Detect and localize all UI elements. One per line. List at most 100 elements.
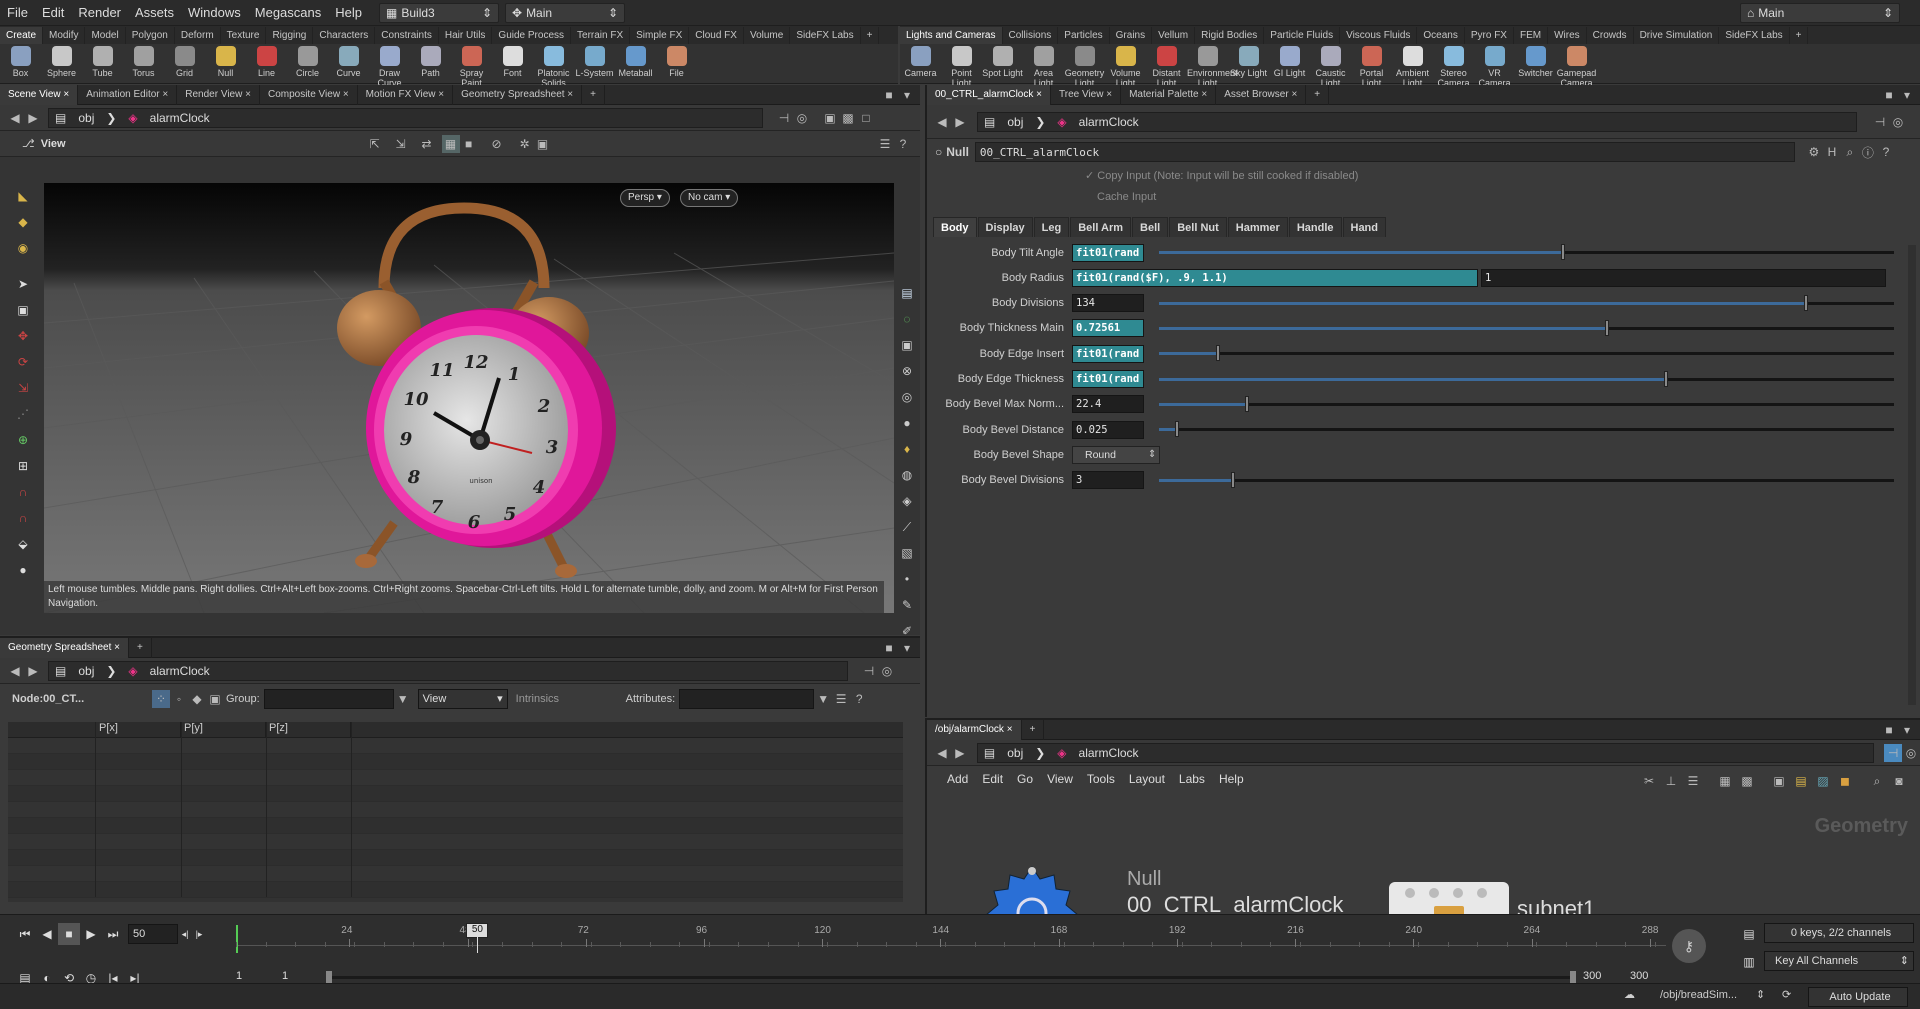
tab-tree-view[interactable]: Tree View × (1051, 84, 1122, 105)
tab-animation-editor[interactable]: Animation Editor × (78, 84, 178, 105)
add-tab-button[interactable]: + (1022, 720, 1045, 740)
dot-icon[interactable]: • (896, 568, 918, 590)
key-mode-icon[interactable]: ▥ (1738, 951, 1760, 973)
link-icon[interactable]: ◎ (793, 109, 811, 127)
shelf-tab-sidefx-labs[interactable]: SideFX Labs (1719, 27, 1790, 44)
camera-menu-icon[interactable]: ▣ (534, 135, 552, 153)
folder-tab-handle[interactable]: Handle (1288, 217, 1342, 237)
shelf-tool-ambient-light[interactable]: Ambient Light (1392, 44, 1433, 88)
bulb-on-icon[interactable]: ♦ (896, 438, 918, 460)
shelf-tab-lights-and-cameras[interactable]: Lights and Cameras (900, 27, 1003, 44)
fog-icon[interactable]: ◍ (896, 464, 918, 486)
slider-knob[interactable] (1175, 421, 1180, 438)
lock-tool-icon[interactable]: ▣ (12, 299, 34, 321)
paint-tool-icon[interactable]: ∩ (12, 507, 34, 529)
shelf-tool-file[interactable]: File (656, 44, 697, 78)
right-desktop-select[interactable]: ⌂ Main ⇕ (1740, 2, 1900, 23)
shelf-tool-sphere[interactable]: Sphere (41, 44, 82, 78)
select-tool-icon[interactable]: ◣ (12, 185, 34, 207)
shelf-tool-volume-light[interactable]: Volume Light (1105, 44, 1146, 88)
note-icon[interactable]: ▤ (1792, 772, 1810, 790)
shelf-tool-path[interactable]: Path (410, 44, 451, 78)
shelf-tab-terrain-fx[interactable]: Terrain FX (571, 27, 631, 44)
folder-tab-bell-nut[interactable]: Bell Nut (1169, 217, 1227, 237)
folder-tab-body[interactable]: Body (933, 217, 977, 237)
slider-knob[interactable] (1215, 345, 1220, 362)
link-icon[interactable]: ◎ (1889, 113, 1907, 131)
back-icon[interactable]: ◀ (933, 744, 951, 762)
shelf-tab-constraints[interactable]: Constraints (375, 27, 439, 44)
shelf-tool-camera[interactable]: Camera (900, 44, 941, 78)
filter-icon[interactable]: ▼ (814, 690, 832, 708)
close-icon[interactable]: × (1007, 724, 1013, 735)
range-end-field[interactable]: 300 (1583, 970, 1601, 982)
shelf-tab-pyro-fx[interactable]: Pyro FX (1465, 27, 1514, 44)
camera-icon[interactable]: ◙ (1890, 772, 1908, 790)
shelf-tab-cloud-fx[interactable]: Cloud FX (689, 27, 744, 44)
rotate-tool-icon[interactable]: ⟳ (12, 351, 34, 373)
menu-file[interactable]: File (0, 0, 35, 26)
close-icon[interactable]: × (160, 89, 168, 100)
shelf-tab-particle-fluids[interactable]: Particle Fluids (1264, 27, 1341, 44)
shelf-tab-wires[interactable]: Wires (1548, 27, 1587, 44)
param-slider[interactable] (1159, 294, 1894, 311)
tab-network[interactable]: /obj/alarmClock × (927, 720, 1022, 740)
add-tab-button[interactable]: + (582, 84, 605, 105)
close-icon[interactable]: × (1289, 89, 1297, 100)
folder-tab-display[interactable]: Display (977, 217, 1033, 237)
shelf-tool-caustic-light[interactable]: Caustic Light (1310, 44, 1351, 88)
range-start2-field[interactable]: 1 (282, 970, 322, 982)
shelf-tab-modify[interactable]: Modify (43, 27, 86, 44)
param-field[interactable]: 3 (1072, 471, 1144, 490)
shelf-tab-rigging[interactable]: Rigging (266, 27, 314, 44)
close-icon[interactable]: × (242, 89, 251, 100)
vertices-icon[interactable]: ◦ (170, 690, 188, 708)
persp-menu[interactable]: Persp ▾ (620, 189, 670, 207)
pose-tool-icon[interactable]: ⋰ (12, 403, 34, 425)
shelf-tab-rigid-bodies[interactable]: Rigid Bodies (1195, 27, 1265, 44)
shelf-tool-sky-light[interactable]: Sky Light (1228, 44, 1269, 78)
network-menu-add[interactable]: Add (947, 772, 968, 786)
pin-icon[interactable]: ⊣ (775, 109, 793, 127)
network-menu-view[interactable]: View (1047, 772, 1073, 786)
tab-scene-view[interactable]: Scene View × (0, 84, 79, 105)
maximize-icon[interactable]: ■ (1880, 86, 1898, 104)
search-icon[interactable]: ⌕ (1868, 772, 1886, 790)
group-field[interactable] (263, 689, 394, 709)
param-field[interactable]: Round (1072, 445, 1160, 464)
camera-menu[interactable]: No cam ▾ (680, 189, 739, 207)
shelf-tool-spot-light[interactable]: Spot Light (982, 44, 1023, 78)
close-icon[interactable]: × (340, 89, 349, 100)
shelf-tool-circle[interactable]: Circle (287, 44, 328, 78)
subnet-node[interactable] (1389, 882, 1509, 914)
viewer-path[interactable]: ▤ obj ❯ ◈ alarmClock (48, 107, 763, 128)
shelf-tool-grid[interactable]: Grid (164, 44, 205, 78)
param-slider[interactable] (1159, 345, 1894, 362)
forward-icon[interactable]: ▶ (24, 662, 42, 680)
shelf-tab-hair-utils[interactable]: Hair Utils (439, 27, 493, 44)
camera-icon[interactable]: ▩ (839, 109, 857, 127)
close-icon[interactable]: × (61, 89, 69, 100)
layout-icon[interactable]: ▣ (821, 109, 839, 127)
image-icon[interactable]: ▨ (1814, 772, 1832, 790)
shelf-tab-oceans[interactable]: Oceans (1417, 27, 1465, 44)
secure-icon[interactable]: ⇲ (392, 135, 410, 153)
link-icon[interactable]: ◎ (878, 662, 896, 680)
network-menu-labs[interactable]: Labs (1179, 772, 1205, 786)
add-tab-button[interactable]: + (1306, 84, 1330, 105)
param-slider[interactable] (1159, 319, 1894, 336)
shelf-tab-collisions[interactable]: Collisions (1003, 27, 1059, 44)
play-icon[interactable]: ▶ (80, 923, 102, 945)
shelf-tab-create[interactable]: Create (0, 27, 44, 44)
grid-tool-icon[interactable]: ⊞ (12, 455, 34, 477)
first-frame-icon[interactable]: ⏮ (14, 923, 36, 945)
param-slider[interactable] (1159, 421, 1894, 438)
menu-render[interactable]: Render (71, 0, 128, 26)
tab-00-ctrl-alarmclock[interactable]: 00_CTRL_alarmClock × (927, 84, 1051, 105)
search-icon[interactable]: ⌕ (1841, 143, 1859, 161)
shelf-tab-crowds[interactable]: Crowds (1587, 27, 1634, 44)
back-icon[interactable]: ◀ (6, 662, 24, 680)
slider-knob[interactable] (1561, 244, 1566, 260)
shelf-tool-null[interactable]: Null (205, 44, 246, 78)
pointer-tool-icon[interactable]: ➤ (12, 273, 34, 295)
